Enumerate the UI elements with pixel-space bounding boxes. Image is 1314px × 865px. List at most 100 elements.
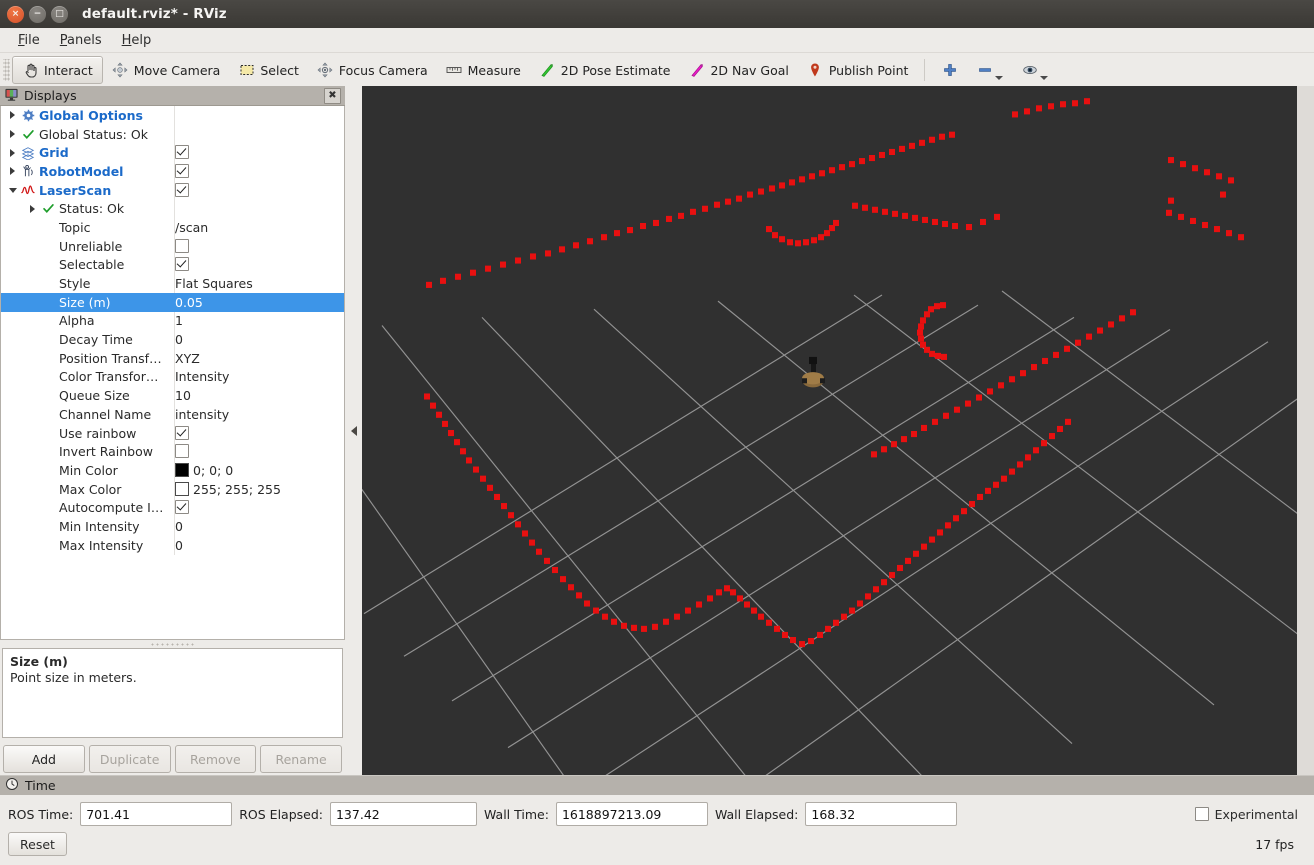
row-checkbox[interactable]: [175, 163, 189, 178]
display-row-global-options[interactable]: Global Options: [1, 106, 344, 125]
wall-elapsed-input[interactable]: 168.32: [805, 802, 958, 826]
row-checkbox[interactable]: [175, 257, 189, 272]
row-checkbox[interactable]: [175, 238, 189, 253]
color-swatch[interactable]: [175, 481, 189, 496]
display-row-decay-time[interactable]: Decay Time 0: [1, 330, 344, 349]
chevron-down-icon[interactable]: [995, 76, 1004, 80]
display-row-color-transfor[interactable]: Color Transfor… Intensity: [1, 367, 345, 387]
tool-2d-pose-estimate[interactable]: 2D Pose Estimate: [530, 57, 680, 83]
tool-interact[interactable]: Interact: [12, 56, 103, 84]
display-row-value[interactable]: [175, 143, 345, 162]
display-row-value[interactable]: [175, 442, 345, 461]
row-checkbox[interactable]: [175, 444, 189, 459]
chevron-right-icon[interactable]: [6, 148, 19, 157]
display-row-value[interactable]: /scan: [175, 218, 345, 237]
experimental-checkbox[interactable]: [1194, 807, 1209, 821]
display-row-value[interactable]: 255; 255; 255: [175, 480, 345, 499]
display-row-alpha[interactable]: Alpha 1: [1, 311, 345, 331]
tool-2d-nav-goal[interactable]: 2D Nav Goal: [679, 57, 797, 83]
row-checkbox[interactable]: [175, 425, 189, 440]
wall-time-input[interactable]: 1618897213.09: [555, 802, 708, 826]
zoom-out-button[interactable]: [967, 57, 1012, 83]
row-checkbox[interactable]: [175, 182, 189, 197]
menu-panels[interactable]: Panels: [50, 31, 112, 50]
menu-help[interactable]: Help: [112, 31, 162, 50]
duplicate-display-button[interactable]: Duplicate: [88, 745, 171, 773]
add-display-button[interactable]: Add: [3, 745, 85, 773]
display-row-value[interactable]: [175, 498, 345, 517]
panel-splitter-handle[interactable]: [0, 640, 345, 648]
chevron-right-icon[interactable]: [26, 204, 39, 213]
chevron-down-icon[interactable]: [6, 187, 19, 193]
tool-focus-camera[interactable]: Focus Camera: [308, 57, 437, 83]
display-row-unreliable[interactable]: Unreliable: [1, 236, 345, 256]
display-row-value[interactable]: Flat Squares: [175, 274, 345, 293]
remove-display-button[interactable]: Remove: [174, 745, 257, 773]
display-row-style[interactable]: Style Flat Squares: [1, 274, 344, 293]
display-row-global-status-ok[interactable]: Global Status: Ok: [1, 124, 344, 144]
display-row-value[interactable]: 0.05: [174, 292, 344, 312]
chevron-down-icon-2[interactable]: [1040, 76, 1049, 80]
display-row-topic[interactable]: Topic/scan: [1, 218, 344, 237]
ros-elapsed-input[interactable]: 137.42: [329, 802, 477, 826]
display-row-laserscan[interactable]: LaserScan: [1, 180, 345, 200]
display-row-channel-name[interactable]: Channel Name intensity: [1, 405, 344, 424]
tool-measure[interactable]: Measure: [437, 57, 530, 83]
left-splitter[interactable]: [345, 86, 362, 776]
chevron-right-icon[interactable]: [6, 111, 19, 120]
display-row-autocompute-i[interactable]: Autocompute I…: [1, 498, 345, 518]
row-checkbox[interactable]: [175, 500, 189, 515]
display-row-position-transf[interactable]: Position Transf… XYZ: [1, 348, 345, 368]
chevron-right-icon[interactable]: [6, 167, 19, 176]
pose-arrow-icon: [539, 62, 556, 79]
display-row-status-ok[interactable]: Status: Ok: [1, 199, 344, 219]
maximize-window-button[interactable]: □: [51, 5, 68, 23]
display-row-value[interactable]: 0: [175, 536, 345, 555]
display-row-value[interactable]: 0: [175, 517, 345, 536]
display-row-min-color[interactable]: Min Color 0; 0; 0: [1, 461, 344, 480]
display-row-value[interactable]: 1: [175, 312, 345, 331]
display-row-max-color[interactable]: Max Color 255; 255; 255: [1, 479, 345, 499]
display-row-value[interactable]: Intensity: [175, 368, 345, 387]
ros-time-input[interactable]: 701.41: [80, 802, 233, 826]
display-row-value[interactable]: [175, 237, 345, 256]
close-window-button[interactable]: ×: [7, 5, 24, 23]
display-row-max-intensity[interactable]: Max Intensity 0: [1, 535, 345, 555]
toolbar-grip[interactable]: [3, 59, 10, 81]
views-button[interactable]: [1012, 57, 1057, 83]
experimental-toggle[interactable]: Experimental: [1194, 807, 1306, 822]
display-row-invert-rainbow[interactable]: Invert Rainbow: [1, 442, 345, 462]
display-row-grid[interactable]: Grid: [1, 143, 345, 163]
tool-publish-point[interactable]: Publish Point: [798, 57, 918, 83]
display-row-robotmodel[interactable]: RobotModel: [1, 162, 344, 181]
displays-tree[interactable]: Global Options Global Status: Ok Grid Robot…: [0, 106, 345, 640]
collapse-left-arrow-icon[interactable]: [350, 426, 357, 436]
reset-button[interactable]: Reset: [8, 832, 67, 856]
display-row-value[interactable]: XYZ: [175, 349, 345, 368]
display-row-value[interactable]: 0; 0; 0: [175, 461, 345, 480]
color-swatch[interactable]: [175, 462, 189, 477]
tool-move-camera[interactable]: Move Camera: [103, 57, 230, 83]
display-row-min-intensity[interactable]: Min Intensity 0: [1, 517, 344, 536]
chevron-right-icon[interactable]: [6, 130, 19, 139]
display-row-value[interactable]: [175, 424, 345, 443]
display-row-value[interactable]: [175, 256, 345, 275]
right-splitter[interactable]: [1297, 86, 1314, 776]
display-row-selectable[interactable]: Selectable: [1, 255, 345, 275]
display-row-value[interactable]: [175, 181, 345, 200]
render-viewport[interactable]: [362, 86, 1297, 776]
close-displays-panel-button[interactable]: ✖: [324, 87, 341, 104]
display-row-size-m[interactable]: Size (m) 0.05: [1, 292, 344, 312]
rename-display-button[interactable]: Rename: [260, 745, 342, 773]
display-row-value[interactable]: 0: [175, 330, 345, 349]
display-row-queue-size[interactable]: Queue Size 10: [1, 386, 344, 405]
display-row-value[interactable]: 10: [175, 386, 345, 405]
tool-select[interactable]: Select: [229, 57, 308, 83]
display-row-use-rainbow[interactable]: Use rainbow: [1, 423, 345, 443]
display-row-value[interactable]: [175, 162, 345, 181]
zoom-in-button[interactable]: [932, 57, 967, 83]
menu-file[interactable]: File: [8, 31, 50, 50]
row-checkbox[interactable]: [175, 145, 189, 160]
display-row-value[interactable]: intensity: [175, 405, 345, 424]
minimize-window-button[interactable]: −: [29, 5, 46, 23]
